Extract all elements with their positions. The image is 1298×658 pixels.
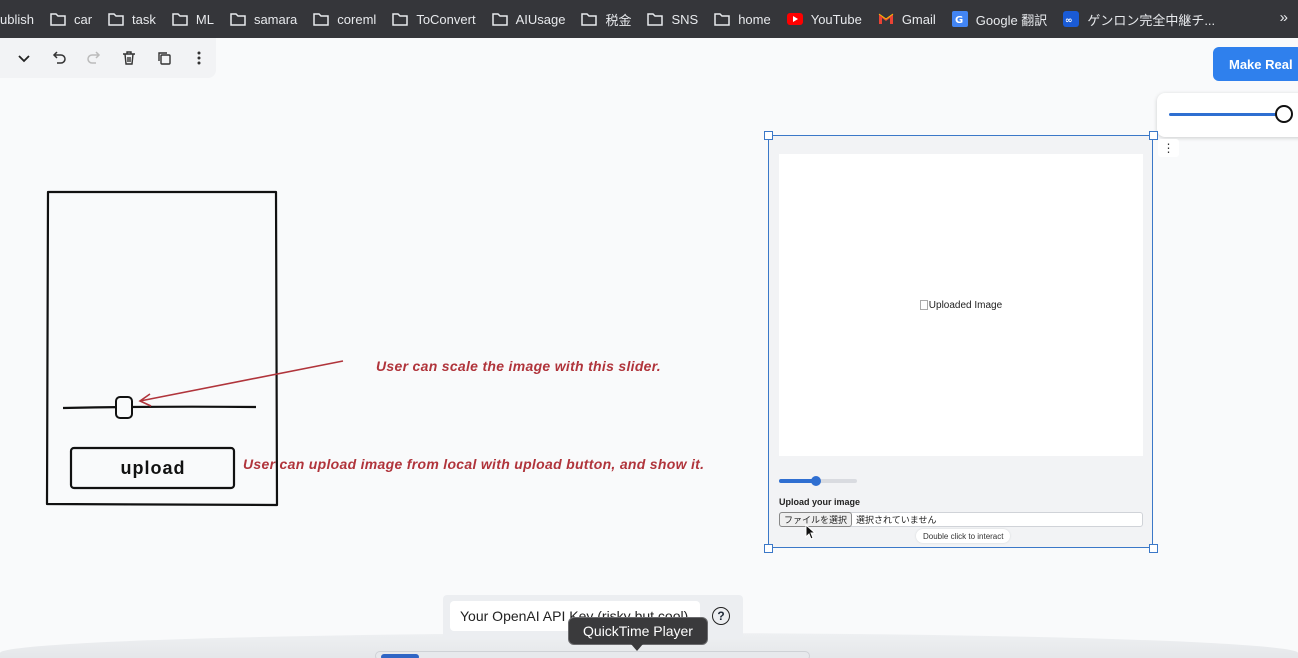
svg-text:∞: ∞ xyxy=(1065,16,1073,26)
folder-icon xyxy=(491,11,508,27)
resize-handle-bottom-left[interactable] xyxy=(764,544,773,553)
resize-handle-top-right[interactable] xyxy=(1149,131,1158,140)
svg-text:G: G xyxy=(955,15,963,26)
upload-heading: Upload your image xyxy=(779,497,861,507)
bookmark-publish[interactable]: ublish xyxy=(0,5,42,33)
resize-handle-bottom-right[interactable] xyxy=(1149,544,1158,553)
bookmark-label: car xyxy=(73,11,93,27)
bookmark-label: ML xyxy=(195,11,214,27)
bookmark-label: Gmail xyxy=(901,11,936,27)
annotation-upload: User can upload image from local with up… xyxy=(243,456,705,472)
bookmark-label: home xyxy=(738,11,771,27)
bookmark-genron[interactable]: ∞ ゲンロン完全中継チ... xyxy=(1055,5,1223,33)
folder-icon xyxy=(50,11,66,27)
bookmark-label: SNS xyxy=(671,11,699,27)
bookmark-coreml[interactable]: coreml xyxy=(305,5,384,33)
google-translate-icon: G xyxy=(951,11,968,27)
bookmark-home[interactable]: home xyxy=(706,5,779,33)
dock-bar xyxy=(375,651,810,658)
image-scale-slider[interactable] xyxy=(779,476,857,486)
bookmark-label: YouTube xyxy=(810,11,862,27)
bookmark-sns[interactable]: SNS xyxy=(639,5,706,33)
dock-app-indicator[interactable] xyxy=(381,654,419,658)
bookmark-car[interactable]: car xyxy=(42,5,100,33)
arrow-line xyxy=(139,360,344,402)
bookmark-tax[interactable]: 税金 xyxy=(573,5,639,33)
bookmark-label: AIUsage xyxy=(515,11,566,27)
zoom-slider-thumb[interactable] xyxy=(1275,105,1293,123)
bookmark-label: samara xyxy=(253,11,298,27)
generated-prototype-frame[interactable]: Uploaded Image Upload your image ファイルを選択… xyxy=(768,135,1153,548)
youtube-icon xyxy=(786,11,803,27)
bookmark-ml[interactable]: ML xyxy=(164,5,222,33)
dock-tooltip: QuickTime Player xyxy=(568,617,708,645)
bookmark-samara[interactable]: samara xyxy=(222,5,305,33)
whiteboard-canvas[interactable]: Make Real upload User can scale the imag… xyxy=(0,38,1298,658)
bookmark-youtube[interactable]: YouTube xyxy=(779,5,870,33)
folder-icon xyxy=(108,11,124,27)
resize-handle-top-left[interactable] xyxy=(764,131,773,140)
annotation-slider: User can scale the image with this slide… xyxy=(376,358,661,374)
bookmark-label: ゲンロン完全中継チ... xyxy=(1087,12,1216,28)
uploaded-image-placeholder: Uploaded Image xyxy=(919,299,1003,311)
bookmark-gmail[interactable]: Gmail xyxy=(870,5,944,33)
bookmark-label: ToConvert xyxy=(416,11,476,27)
bookmark-label: ublish xyxy=(0,11,34,27)
frame-menu-button[interactable]: ⋮ xyxy=(1158,139,1179,157)
bookmark-label: Google 翻訳 xyxy=(975,12,1048,28)
folder-icon xyxy=(581,11,598,27)
gmail-icon xyxy=(878,11,894,27)
folder-icon xyxy=(714,11,730,27)
mouse-cursor-icon xyxy=(805,524,817,540)
bookmark-google-translate[interactable]: G Google 翻訳 xyxy=(944,5,1056,33)
bookmark-label: coreml xyxy=(337,11,377,27)
help-icon[interactable]: ? xyxy=(712,607,730,625)
bookmark-label: task xyxy=(132,11,156,27)
file-input[interactable]: ファイルを選択 選択されていません xyxy=(779,511,1143,527)
folder-icon xyxy=(313,11,330,27)
image-alt-text: Uploaded Image xyxy=(928,299,1003,311)
folder-icon xyxy=(172,11,188,27)
make-real-button[interactable]: Make Real xyxy=(1213,47,1298,81)
bookmark-task[interactable]: task xyxy=(100,5,164,33)
genron-icon: ∞ xyxy=(1063,11,1080,27)
bookmarks-bar: ublish car task ML samara coreml ToConve… xyxy=(0,0,1298,38)
tooltip-tail xyxy=(631,644,643,651)
folder-icon xyxy=(392,11,409,27)
slider-knob-sketch xyxy=(115,396,133,419)
bookmark-label: 税金 xyxy=(605,12,632,28)
zoom-slider-track[interactable] xyxy=(1169,113,1281,116)
bookmark-aiusage[interactable]: AIUsage xyxy=(484,5,574,33)
upload-sketch-label: upload xyxy=(120,457,186,478)
double-click-hint: Double click to interact xyxy=(916,529,1011,543)
zoom-panel xyxy=(1157,93,1298,137)
folder-icon xyxy=(647,11,664,27)
bookmarks-overflow-icon[interactable]: » xyxy=(1280,9,1288,26)
slider-line-sketch xyxy=(62,405,257,410)
file-status: 選択されていません xyxy=(856,515,937,525)
slider-thumb[interactable] xyxy=(811,476,822,486)
uploaded-image-area: Uploaded Image xyxy=(779,154,1143,456)
bookmark-toconvert[interactable]: ToConvert xyxy=(384,5,483,33)
folder-icon xyxy=(230,11,246,27)
broken-image-icon xyxy=(919,300,928,310)
